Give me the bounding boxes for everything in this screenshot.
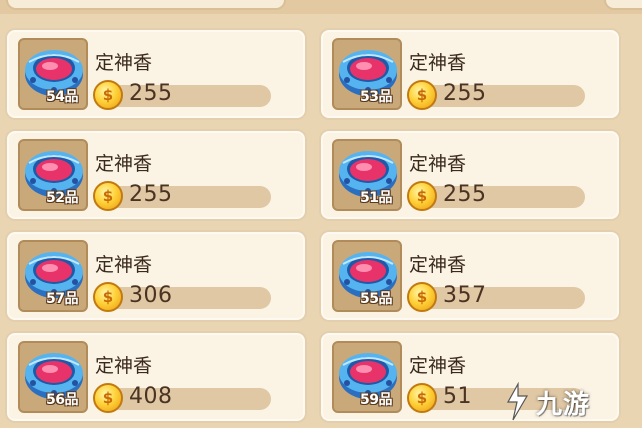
watermark-text: 九游	[536, 389, 591, 420]
price-bar	[411, 287, 585, 309]
item-price: 306	[129, 283, 173, 308]
item-icon-frame: 54品	[18, 38, 88, 110]
coin-icon: $	[93, 282, 123, 312]
item-price: 255	[443, 182, 487, 207]
coin-icon: $	[407, 80, 437, 110]
item-name: 定神香	[409, 153, 467, 175]
item-price: 255	[129, 182, 173, 207]
item-grade: 57品	[46, 291, 78, 307]
jiuyou-logo-icon	[506, 382, 529, 421]
item-price: 255	[129, 81, 173, 106]
item-icon-frame: 57品	[18, 240, 88, 312]
item-icon-frame: 59品	[332, 341, 402, 413]
item-name: 定神香	[95, 153, 153, 175]
price-bar	[97, 388, 271, 410]
item-name: 定神香	[95, 355, 153, 377]
item-icon-frame: 52品	[18, 139, 88, 211]
item-grade: 51品	[360, 190, 392, 206]
coin-icon: $	[93, 181, 123, 211]
item-icon-frame: 53品	[332, 38, 402, 110]
item-price: 408	[129, 384, 173, 409]
coin-icon: $	[407, 181, 437, 211]
item-name: 定神香	[409, 52, 467, 74]
item-grade: 59品	[360, 392, 392, 408]
item-grid: 54品 定神香 $ 255 53品 定神香 $ 255 52品 定神香 $ 25…	[0, 0, 642, 428]
item-grade: 56品	[46, 392, 78, 408]
item-card[interactable]: 55品 定神香 $ 357	[319, 230, 621, 322]
item-grade: 53品	[360, 89, 392, 105]
item-name: 定神香	[95, 254, 153, 276]
item-name: 定神香	[95, 52, 153, 74]
item-card[interactable]: 56品 定神香 $ 408	[5, 331, 307, 423]
price-bar	[411, 85, 585, 107]
item-price: 51	[443, 384, 472, 409]
item-icon-frame: 56品	[18, 341, 88, 413]
item-card[interactable]: 54品 定神香 $ 255	[5, 28, 307, 120]
price-bar	[97, 287, 271, 309]
coin-icon: $	[407, 383, 437, 413]
watermark: 九游	[502, 380, 632, 424]
item-icon-frame: 51品	[332, 139, 402, 211]
item-price: 357	[443, 283, 487, 308]
item-card[interactable]: 51品 定神香 $ 255	[319, 129, 621, 221]
item-name: 定神香	[409, 254, 467, 276]
item-card[interactable]: 53品 定神香 $ 255	[319, 28, 621, 120]
item-icon-frame: 55品	[332, 240, 402, 312]
item-grade: 52品	[46, 190, 78, 206]
coin-icon: $	[93, 80, 123, 110]
price-bar	[411, 186, 585, 208]
price-bar	[97, 85, 271, 107]
item-card[interactable]: 57品 定神香 $ 306	[5, 230, 307, 322]
item-card[interactable]: 52品 定神香 $ 255	[5, 129, 307, 221]
item-grade: 55品	[360, 291, 392, 307]
item-name: 定神香	[409, 355, 467, 377]
item-grade: 54品	[46, 89, 78, 105]
price-bar	[97, 186, 271, 208]
coin-icon: $	[93, 383, 123, 413]
coin-icon: $	[407, 282, 437, 312]
item-price: 255	[443, 81, 487, 106]
